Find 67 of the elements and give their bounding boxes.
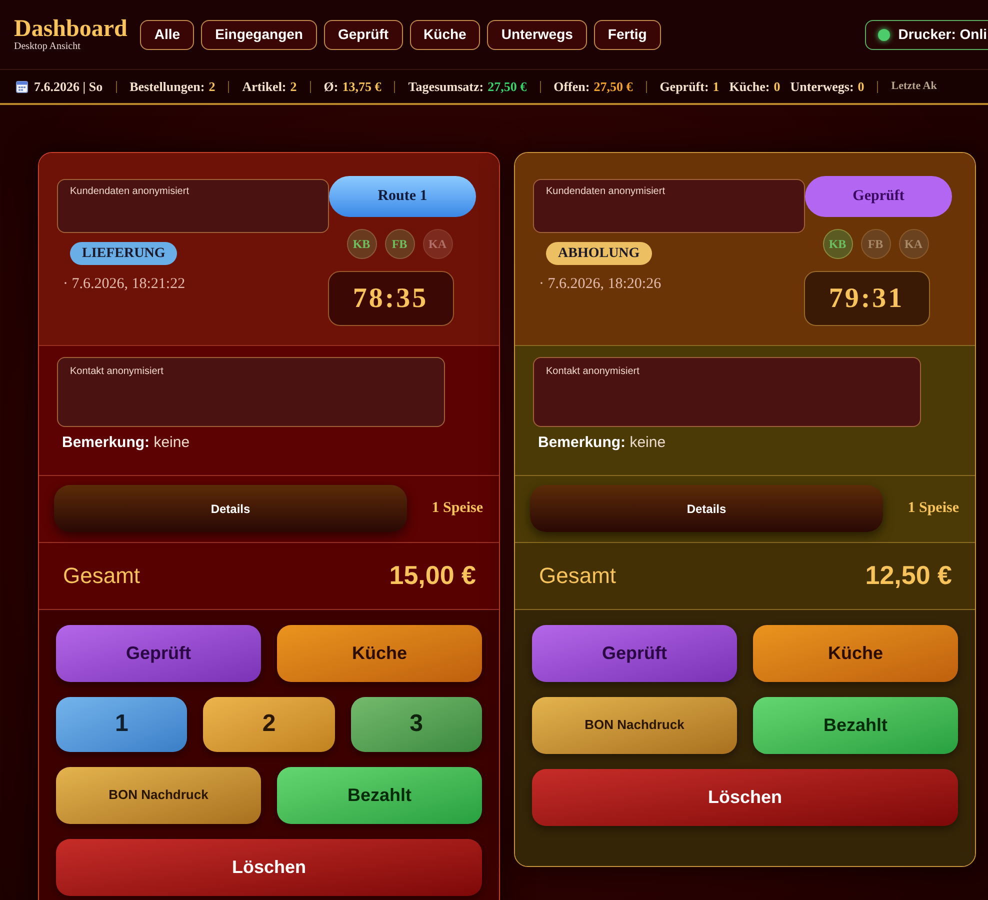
stat-value: 13,75 € <box>342 78 382 96</box>
flag-badge: KA <box>898 229 928 259</box>
remark-text: Bemerkung: keine <box>62 433 190 453</box>
kitchen-button[interactable]: Küche <box>753 624 958 682</box>
filter-button[interactable]: Unterwegs <box>487 20 587 50</box>
filter-button[interactable]: Alle <box>140 20 194 50</box>
contact-field[interactable]: Kontakt anonymisiert <box>57 357 445 427</box>
delete-button[interactable]: Löschen <box>56 838 482 896</box>
contact-field[interactable]: Kontakt anonymisiert <box>533 357 921 427</box>
elapsed-timer: 78:35 <box>328 271 454 326</box>
stat-label: Unterwegs: <box>790 78 854 96</box>
reprint-button[interactable]: BON Nachdruck <box>532 696 737 754</box>
last-action-label: Letzte Ak <box>891 79 937 94</box>
stat-label: Offen: <box>554 78 590 96</box>
flag-badge: KA <box>422 229 452 259</box>
app-subtitle: Desktop Ansicht <box>14 40 82 52</box>
route-number-button[interactable]: 1 <box>56 696 188 752</box>
stat-label: Ø: <box>324 78 338 96</box>
route-number-button[interactable]: 3 <box>350 696 482 752</box>
stat-value: 2 <box>208 78 216 96</box>
customer-data-field[interactable]: Kundendaten anonymisiert <box>533 179 805 233</box>
printer-label: Drucker: Onli <box>898 25 987 44</box>
remark-text: Bemerkung: keine <box>538 433 666 453</box>
total-amount: 15,00 € <box>389 559 476 592</box>
item-count: 1 Speise <box>432 499 483 518</box>
app-title: Dashboard <box>14 16 128 40</box>
filter-button[interactable]: Eingegangen <box>201 20 317 50</box>
flag-badge: KB <box>346 229 376 259</box>
stat-label: Bestellungen: <box>130 78 205 96</box>
item-count: 1 Speise <box>908 499 959 518</box>
stat-value: 0 <box>774 78 780 96</box>
customer-data-field[interactable]: Kundendaten anonymisiert <box>57 179 329 233</box>
paid-button[interactable]: Bezahlt <box>277 766 482 824</box>
elapsed-timer: 79:31 <box>804 271 930 326</box>
flag-badge: KB <box>822 229 852 259</box>
total-amount: 12,50 € <box>865 559 952 592</box>
order-type-badge: LIEFERUNG <box>70 242 178 265</box>
stat-value: 1 <box>712 78 720 96</box>
kitchen-button[interactable]: Küche <box>277 624 482 682</box>
stat-label: Artikel: <box>242 78 286 96</box>
order-timestamp: · 7.6.2026, 18:20:26 <box>539 275 662 294</box>
stat-value: 2 <box>290 78 297 96</box>
filter-button[interactable]: Geprüft <box>324 20 403 50</box>
stat-value: 27,50 € <box>594 78 633 96</box>
reprint-button[interactable]: BON Nachdruck <box>56 766 261 824</box>
stat-value: 27,50 € <box>488 78 527 96</box>
stat-label: Tagesumsatz: <box>408 78 484 96</box>
details-button[interactable]: Details <box>530 485 883 532</box>
status-button[interactable]: Route 1 <box>329 176 476 217</box>
stat-label: Küche: <box>729 78 770 96</box>
flag-badge: FB <box>860 229 890 259</box>
filter-button[interactable]: Küche <box>410 20 480 50</box>
date-label: 7.6.2026 | So <box>34 78 103 96</box>
details-button[interactable]: Details <box>54 485 407 532</box>
total-label: Gesamt <box>539 562 616 590</box>
order-type-badge: ABHOLUNG <box>546 242 652 265</box>
stat-label: Geprüft: <box>660 78 709 96</box>
order-timestamp: · 7.6.2026, 18:21:22 <box>63 275 186 294</box>
delete-button[interactable]: Löschen <box>532 768 958 826</box>
filter-button[interactable]: Fertig <box>594 20 661 50</box>
flag-badge: FB <box>384 229 414 259</box>
total-label: Gesamt <box>63 562 140 590</box>
stat-value: 0 <box>858 78 864 96</box>
paid-button[interactable]: Bezahlt <box>753 696 958 754</box>
route-number-button[interactable]: 2 <box>203 696 335 752</box>
calendar-icon <box>16 80 28 93</box>
status-button[interactable]: Geprüft <box>805 176 952 217</box>
